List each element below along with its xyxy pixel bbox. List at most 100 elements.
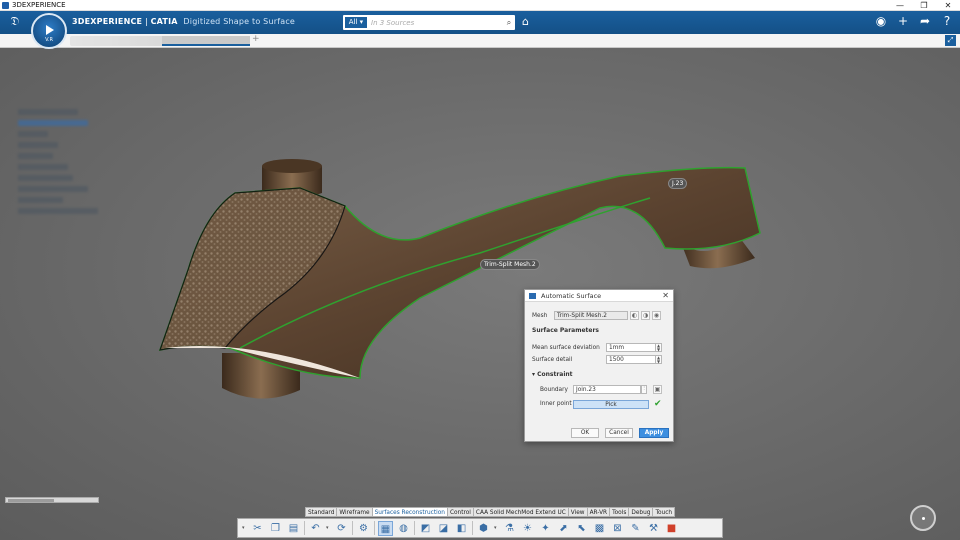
close-icon[interactable]: ✕ [662, 290, 669, 302]
mesh-callout[interactable]: Trim-Split Mesh.2 [480, 259, 540, 270]
settings-gear-icon[interactable]: ⚙ [356, 521, 371, 536]
app-name: Digitized Shape to Surface [183, 17, 296, 26]
search-input[interactable]: In 3 Sources [371, 19, 503, 27]
undo-dropdown-icon[interactable]: ▾ [326, 525, 331, 531]
solid-dropdown-icon[interactable]: ▾ [494, 525, 499, 531]
3d-viewport[interactable]: Trim-Split Mesh.2 J.23 [0, 48, 960, 540]
analysis-icon[interactable]: ⚗ [502, 521, 517, 536]
dialog-title-bar[interactable]: Automatic Surface ✕ [525, 290, 673, 302]
automatic-surface-icon[interactable]: ▦ [378, 520, 393, 536]
segmentation-icon[interactable]: ◩ [418, 521, 433, 536]
search-icon[interactable]: ⌕ [503, 18, 515, 28]
cancel-button[interactable]: Cancel [605, 428, 633, 438]
grid-icon[interactable]: ▩ [592, 521, 607, 536]
mesh-model[interactable] [0, 48, 960, 540]
boundary-callout[interactable]: J.23 [668, 178, 688, 189]
product-name: CATIA [150, 17, 178, 26]
app-header: 𝔇 3DEXPERIENCE | CATIA Digitized Shape t… [0, 11, 960, 34]
document-tab-bar: + ⤢ [0, 34, 960, 48]
navigation-compass[interactable] [910, 505, 936, 531]
dialog-title: Automatic Surface [541, 292, 602, 300]
tag-icon[interactable]: ⌂ [522, 15, 529, 28]
tab-standard[interactable]: Standard [305, 507, 337, 517]
checkmark-icon: ✔ [654, 399, 662, 409]
add-icon[interactable]: + [896, 14, 910, 28]
tab-tools[interactable]: Tools [609, 507, 629, 517]
apply-button[interactable]: Apply [639, 428, 669, 438]
help-icon[interactable]: ? [940, 14, 954, 28]
mean-deviation-spinner[interactable]: ▲ ▼ [656, 343, 662, 352]
surface-icon [529, 293, 536, 299]
horizontal-scrollbar[interactable] [5, 497, 99, 503]
surface-detail-spinner[interactable]: ▲ ▼ [656, 355, 662, 364]
search-bar[interactable]: All ▾ In 3 Sources ⌕ [343, 15, 515, 30]
surface-detail-label: Surface detail [532, 356, 573, 363]
play-icon [46, 25, 54, 35]
boundary-field[interactable]: Join.23 [573, 385, 641, 394]
cut-icon[interactable]: ✂ [250, 521, 265, 536]
expand-icon[interactable]: ⤢ [945, 35, 956, 46]
boundary-select-icon[interactable]: ▣ [653, 385, 662, 394]
surface-detail-input[interactable]: 1500 [606, 355, 656, 364]
ok-button[interactable]: OK [571, 428, 599, 438]
mesh-select-icon[interactable]: ◐ [630, 311, 639, 320]
tab-caa-solid[interactable]: CAA Solid MechMod Extend UC [472, 507, 568, 517]
toolbar-menu-icon[interactable]: ▾ [242, 525, 247, 531]
mean-deviation-input[interactable]: 1mm [606, 343, 656, 352]
automatic-surface-dialog: Automatic Surface ✕ Mesh Trim-Split Mesh… [524, 289, 674, 442]
solid-icon[interactable]: ⬢ [476, 521, 491, 536]
window-title-bar: 3DEXPERIENCE — ❐ ✕ [0, 0, 960, 11]
add-tab-button[interactable]: + [252, 34, 260, 44]
mesh-label: Mesh [532, 312, 548, 319]
brand-name: 3DEXPERIENCE [72, 17, 143, 26]
mesh-sphere-icon[interactable]: ◍ [396, 521, 411, 536]
inner-point-label: Inner point [540, 401, 572, 407]
update-icon[interactable]: ⟳ [334, 521, 349, 536]
curve-network-icon[interactable]: ◪ [436, 521, 451, 536]
check-icon[interactable]: ⊠ [610, 521, 625, 536]
minimize-button[interactable]: — [888, 0, 912, 11]
compass-widget[interactable]: V.R [31, 13, 67, 49]
compass-version: V.R [45, 37, 53, 43]
tab-wireframe[interactable]: Wireframe [336, 507, 372, 517]
fill-surface-icon[interactable]: ◧ [454, 521, 469, 536]
color-analysis-icon[interactable]: ■ [664, 521, 679, 536]
pin-icon[interactable]: ✦ [538, 521, 553, 536]
light-icon[interactable]: ☀ [520, 521, 535, 536]
app-title: 3DEXPERIENCE | CATIA Digitized Shape to … [72, 17, 296, 26]
surface-parameters-header: Surface Parameters [532, 327, 600, 334]
tab-view[interactable]: View [567, 507, 587, 517]
boundary-options-icon[interactable]: ⋮ [641, 385, 647, 394]
user-profile-icon[interactable]: ◉ [874, 14, 888, 28]
tab-surfaces-reconstruction[interactable]: Surfaces Reconstruction [371, 507, 447, 517]
app-window-icon [2, 2, 9, 9]
mesh-field[interactable]: Trim-Split Mesh.2 [554, 311, 628, 320]
tool-icon[interactable]: ⚒ [646, 521, 661, 536]
mesh-clear-icon[interactable]: ◑ [641, 311, 650, 320]
share-icon[interactable]: ➦ [918, 14, 932, 28]
project-icon[interactable]: ⬉ [574, 521, 589, 536]
tab-ar-vr[interactable]: AR-VR [586, 507, 610, 517]
action-bar-tabs: Standard Wireframe Surfaces Reconstructi… [305, 507, 676, 517]
action-bar: ▾ ✂ ❐ ▤ ↶ ▾ ⟳ ⚙ ▦ ◍ ◩ ◪ ◧ ⬢ ▾ ⚗ ☀ ✦ ⬈ ⬉ … [237, 518, 723, 538]
eye-icon[interactable]: ◉ [652, 311, 661, 320]
search-scope-dropdown[interactable]: All ▾ [345, 17, 367, 28]
mean-deviation-label: Mean surface deviation [532, 344, 600, 351]
close-window-button[interactable]: ✕ [936, 0, 960, 11]
paste-icon[interactable]: ▤ [286, 521, 301, 536]
copy-icon[interactable]: ❐ [268, 521, 283, 536]
extrude-icon[interactable]: ⬈ [556, 521, 571, 536]
constraint-section-toggle[interactable]: ▾ Constraint [532, 371, 573, 378]
tab-touch[interactable]: Touch [652, 507, 676, 517]
document-tab-active[interactable] [162, 36, 250, 46]
ds-logo-icon[interactable]: 𝔇 [6, 14, 24, 30]
boundary-label: Boundary [540, 386, 568, 393]
top-boss-face[interactable] [262, 159, 322, 173]
note-icon[interactable]: ✎ [628, 521, 643, 536]
undo-icon[interactable]: ↶ [308, 521, 323, 536]
tab-control[interactable]: Control [446, 507, 473, 517]
window-title: 3DEXPERIENCE [12, 1, 66, 9]
tab-debug[interactable]: Debug [628, 507, 653, 517]
maximize-button[interactable]: ❐ [912, 0, 936, 11]
pick-button[interactable]: Pick [573, 399, 649, 409]
